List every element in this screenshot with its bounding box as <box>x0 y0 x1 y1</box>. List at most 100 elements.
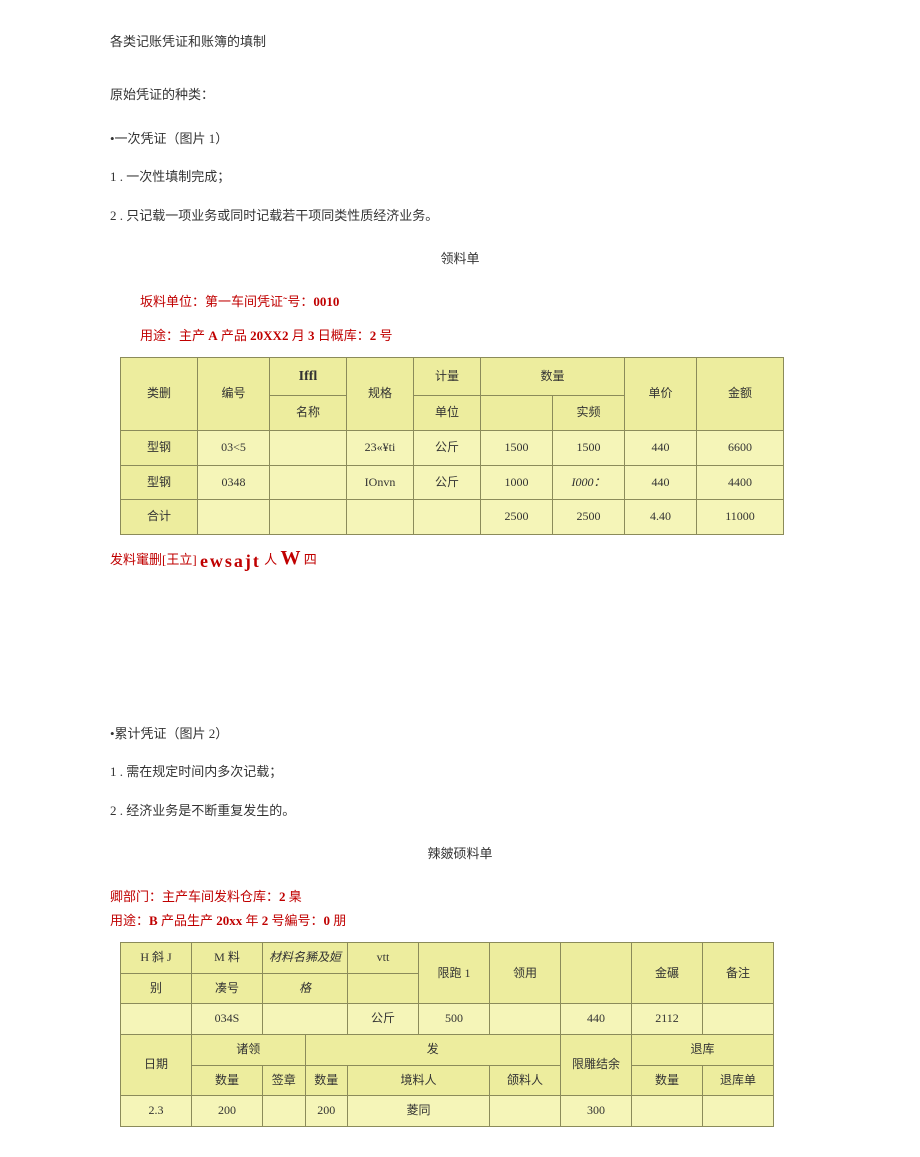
cell-unit: 公斤 <box>414 465 481 500</box>
th-actual: 实频 <box>553 396 625 431</box>
th-blank <box>348 973 419 1004</box>
cell-q2: 2500 <box>553 500 625 535</box>
th-name-top: Iffl <box>270 358 347 396</box>
t: 日概库： <box>314 328 369 343</box>
table-header-row: 类删 编号 Iffl 规格 计量 数量 单价 金额 <box>121 358 784 396</box>
cell-spec: IOnvn <box>347 465 414 500</box>
cell <box>490 1096 561 1127</box>
t: 用途： <box>110 913 149 928</box>
table-header-row: 日期 诸领 发 限雕结余 退库 <box>121 1035 774 1066</box>
th-jieyu: 限雕结余 <box>561 1035 632 1096</box>
t: 材料名豨及姮 <box>269 950 341 964</box>
form1-meta-line2: 用途：主产 A 产品 20XX2 月 3 日概库：2 号 <box>140 324 810 347</box>
cell-q2: I000： <box>553 465 625 500</box>
cell-q2: 200 <box>305 1096 348 1127</box>
th-jinhuan: 金碾 <box>632 943 703 1004</box>
iffl-text: Iffl <box>299 369 318 384</box>
th-date: 日期 <box>121 1035 192 1096</box>
table-header-row: 数量 签章 数量 境料人 颌料人 数量 退库单 <box>121 1065 774 1096</box>
v: 20XX2 <box>250 328 288 343</box>
t: 朋 <box>330 913 346 928</box>
cell <box>632 1096 703 1127</box>
cell-total: 合计 <box>121 500 198 535</box>
cell <box>263 1096 306 1127</box>
cell-cat: 型钢 <box>121 465 198 500</box>
th-spec: 规格 <box>347 358 414 431</box>
th-qty-blank <box>481 396 553 431</box>
material-requisition-table: 类删 编号 Iffl 规格 计量 数量 单价 金额 名称 单位 实频 型钢 03… <box>120 357 784 535</box>
cell <box>490 1004 561 1035</box>
t: 卿部门：主产车间发料仓库： <box>110 889 279 904</box>
th-xianpao: 限跑 1 <box>419 943 490 1004</box>
t: 产品 <box>218 328 251 343</box>
cell-amt: 440 <box>561 1004 632 1035</box>
label: 坂料单位：第一车间凭证˜号： <box>140 294 313 309</box>
t: 号編号： <box>268 913 323 928</box>
section-heading: 原始凭证的种类： <box>110 83 810 106</box>
form2-meta-line1: 卿部门：主产车间发料仓库：2 臬 <box>110 885 810 908</box>
t: 月 <box>288 328 308 343</box>
sign-e: W <box>280 547 300 569</box>
cell-q2: 1500 <box>553 430 625 465</box>
th-sign: 签章 <box>263 1065 306 1096</box>
cell <box>270 500 347 535</box>
cell-price: 440 <box>625 465 697 500</box>
label: 用途：主产 <box>140 328 208 343</box>
t: 产品生产 <box>158 913 217 928</box>
cell <box>703 1096 774 1127</box>
cell-unit: 公斤 <box>414 430 481 465</box>
th-matname: 材料名豨及姮 <box>263 943 348 974</box>
bullet-voucher1: •一次凭证（图片 1） <box>110 127 810 150</box>
form1-meta-line1: 坂料单位：第一车间凭证˜号：0010 <box>140 290 810 313</box>
cell-amt: 6600 <box>697 430 784 465</box>
cell <box>414 500 481 535</box>
point-2-1: 1 . 需在规定时间内多次记载； <box>110 760 810 783</box>
th-measure: 计量 <box>414 358 481 396</box>
th-amount: 金额 <box>697 358 784 431</box>
cell-q1: 1500 <box>481 430 553 465</box>
sign-a: 发料竃删 <box>110 552 162 567</box>
th-bie: 别 <box>121 973 192 1004</box>
t: 格 <box>299 981 311 995</box>
th-zhuling: 诸领 <box>192 1035 306 1066</box>
point-1-2: 2 . 只记载一项业务或同时记载若干项同类性质经济业务。 <box>110 204 810 227</box>
th-lingyong: 领用 <box>490 943 561 1004</box>
cumulative-requisition-table: H 斜 J M 料 材料名豨及姮 vtt 限跑 1 领用 金碾 备注 别 凑号 … <box>120 942 774 1127</box>
th-hj: H 斜 J <box>121 943 192 974</box>
v: B <box>149 913 158 928</box>
th-qty: 数量 <box>305 1065 348 1096</box>
table-row: 型钢 0348 IOnvn 公斤 1000 I000： 440 4400 <box>121 465 784 500</box>
cell-unit: 公斤 <box>348 1004 419 1035</box>
th-fa: 发 <box>305 1035 561 1066</box>
cell-num: 034S <box>192 1004 263 1035</box>
value: 0010 <box>313 294 339 309</box>
bullet-voucher2: •累计凭证（图片 2） <box>110 722 810 745</box>
th-couhao: 凑号 <box>192 973 263 1004</box>
cell <box>703 1004 774 1035</box>
document-title: 各类记账凭证和账簿的填制 <box>110 30 810 53</box>
table-header-row: H 斜 J M 料 材料名豨及姮 vtt 限跑 1 领用 金碾 备注 <box>121 943 774 974</box>
cell <box>198 500 270 535</box>
form2-title: 辣皴硕料单 <box>110 842 810 865</box>
sign-f: 四 <box>300 552 316 567</box>
th-qty: 数量 <box>192 1065 263 1096</box>
cell-note: 2112 <box>632 1004 703 1035</box>
point-1-1: 1 . 一次性填制完成； <box>110 165 810 188</box>
cell-q1: 1000 <box>481 465 553 500</box>
th-tuikudan: 退库单 <box>703 1065 774 1096</box>
th-vtt: vtt <box>348 943 419 974</box>
bullet-text: •累计凭证（图片 2） <box>110 726 228 741</box>
cell-q1: 2500 <box>481 500 553 535</box>
sign-b: [王立] <box>162 552 197 567</box>
t: 臬 <box>286 889 302 904</box>
cell-price: 440 <box>625 430 697 465</box>
th-unit: 单位 <box>414 396 481 431</box>
cell-yu: 300 <box>561 1096 632 1127</box>
t: 号 <box>376 328 392 343</box>
cell-limit: 500 <box>419 1004 490 1035</box>
th-tuiku: 退库 <box>632 1035 774 1066</box>
th-blank <box>561 943 632 1004</box>
form1-title: 领料单 <box>110 247 810 270</box>
th-beizhu: 备注 <box>703 943 774 1004</box>
cell-jing: 菱同 <box>348 1096 490 1127</box>
